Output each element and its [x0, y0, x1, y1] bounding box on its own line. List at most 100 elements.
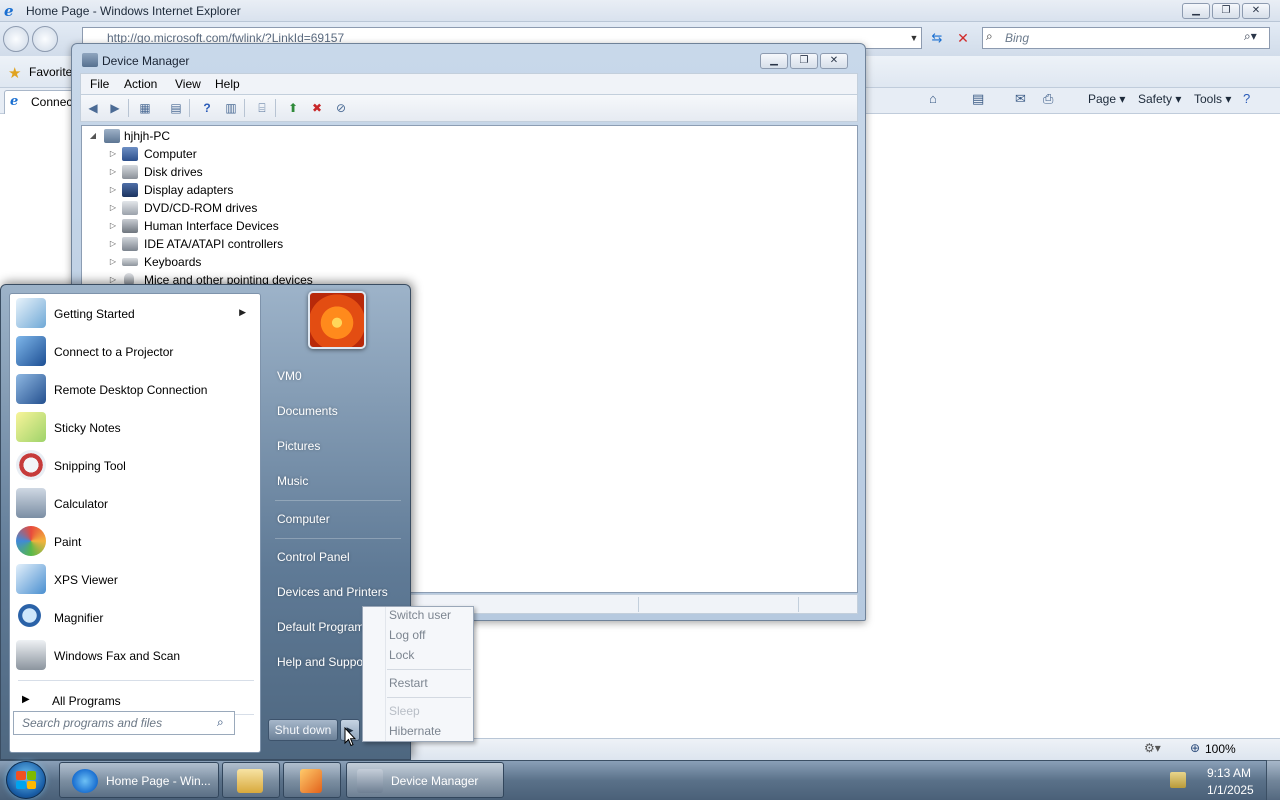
start-link-devices-printers[interactable]: Devices and Printers [269, 577, 405, 607]
update-driver-icon[interactable]: ⬆ [284, 100, 302, 116]
disable-device-icon[interactable]: ⊘ [332, 100, 350, 116]
expand-arrow-icon[interactable]: ▷ [108, 145, 118, 163]
back-arrow-icon[interactable]: ◀ [84, 100, 102, 116]
tree-root-label: hjhjh-PC [124, 129, 171, 143]
program-remote-desktop[interactable]: Remote Desktop Connection [12, 371, 258, 409]
forward-button[interactable] [32, 26, 58, 52]
start-link-music[interactable]: Music [269, 466, 405, 496]
favorites-button[interactable]: Favorite [29, 65, 72, 79]
search-provider-icon: ⌕ [986, 29, 993, 43]
properties-icon[interactable]: ▤ [167, 100, 185, 116]
close-icon[interactable]: ✕ [820, 53, 848, 69]
shutdown-option-switch-user[interactable]: Switch user [389, 605, 451, 625]
windows-logo-icon [16, 771, 36, 789]
search-go-icon[interactable]: ⌕▾ [1244, 29, 1257, 44]
start-link-documents[interactable]: Documents [269, 396, 405, 426]
submenu-arrow-icon: ▶ [239, 307, 246, 317]
remote-desktop-icon [16, 374, 46, 404]
mail-icon[interactable]: ✉ [1015, 91, 1031, 107]
shutdown-option-log-off[interactable]: Log off [389, 625, 425, 645]
help-icon[interactable]: ? [198, 100, 216, 116]
clock-date[interactable]: 1/1/2025 [1207, 783, 1254, 797]
program-paint[interactable]: Paint [12, 523, 258, 561]
expand-arrow-icon[interactable]: ▷ [108, 217, 118, 235]
favorites-star-icon[interactable]: ★ [8, 64, 21, 82]
feeds-icon[interactable]: ▤ [972, 91, 988, 107]
program-getting-started[interactable]: Getting Started ▶ [12, 295, 258, 333]
disk-drive-icon [122, 165, 138, 179]
start-link-user[interactable]: VM0 [269, 361, 405, 391]
action-pane-icon[interactable]: ▥ [222, 100, 240, 116]
zoom-level[interactable]: 100% [1205, 742, 1236, 756]
refresh-icon[interactable]: ⇆ [926, 27, 948, 49]
menu-action[interactable]: Action [124, 77, 157, 91]
program-xps-viewer[interactable]: XPS Viewer [12, 561, 258, 599]
program-calculator[interactable]: Calculator [12, 485, 258, 523]
search-input[interactable]: Bing [982, 27, 1270, 49]
home-icon[interactable]: ⌂ [929, 91, 945, 107]
minimize-icon[interactable]: ▁ [760, 53, 788, 69]
taskbar-explorer[interactable] [222, 762, 280, 798]
calculator-icon [16, 488, 46, 518]
print-icon[interactable]: ⎙ [1043, 91, 1059, 107]
program-fax-scan[interactable]: Windows Fax and Scan [12, 637, 258, 675]
shutdown-option-hibernate[interactable]: Hibernate [389, 721, 441, 741]
back-button[interactable] [3, 26, 29, 52]
toolbar-separator [189, 99, 190, 117]
shutdown-option-sleep: Sleep [389, 704, 420, 718]
expand-arrow-icon[interactable]: ▷ [108, 181, 118, 199]
user-picture[interactable] [308, 291, 366, 349]
program-snipping-tool[interactable]: Snipping Tool [12, 447, 258, 485]
uninstall-icon[interactable]: ✖ [308, 100, 326, 116]
maximize-icon[interactable]: ❐ [1212, 3, 1240, 19]
close-icon[interactable]: ✕ [1242, 3, 1270, 19]
program-sticky-notes[interactable]: Sticky Notes [12, 409, 258, 447]
taskbar-media-player[interactable] [283, 762, 341, 798]
menu-file[interactable]: File [90, 77, 109, 91]
shutdown-button[interactable]: Shut down [268, 719, 338, 741]
shutdown-option-restart[interactable]: Restart [389, 673, 428, 693]
tree-item-label: Human Interface Devices [144, 219, 279, 233]
computer-icon [104, 129, 120, 143]
expand-arrow-icon[interactable]: ▷ [108, 253, 118, 271]
scan-hardware-icon[interactable]: ⌸ [253, 100, 271, 116]
program-magnifier[interactable]: Magnifier [12, 599, 258, 637]
start-link-control-panel[interactable]: Control Panel [269, 542, 405, 572]
menu-view[interactable]: View [175, 77, 201, 91]
ie-icon [72, 769, 98, 793]
status-separator [638, 597, 639, 612]
security-zone-icon[interactable]: ⚙▾ [1144, 741, 1161, 755]
action-center-icon[interactable] [1170, 772, 1186, 788]
minimize-icon[interactable]: ▁ [1182, 3, 1210, 19]
menu-help[interactable]: Help [215, 77, 240, 91]
page-menu[interactable]: Page ▾ [1088, 92, 1125, 106]
tools-menu[interactable]: Tools ▾ [1194, 92, 1231, 106]
shutdown-menu-separator [387, 697, 471, 698]
paint-icon [16, 526, 46, 556]
expand-arrow-icon[interactable]: ▷ [108, 163, 118, 181]
start-link-pictures[interactable]: Pictures [269, 431, 405, 461]
clock-time[interactable]: 9:13 AM [1207, 766, 1251, 780]
program-connect-projector[interactable]: Connect to a Projector [12, 333, 258, 371]
search-icon[interactable]: ⌕ [217, 715, 224, 730]
console-tree-icon[interactable]: ▦ [136, 100, 154, 116]
collapse-arrow-icon[interactable]: ◢ [88, 127, 98, 145]
start-link-computer[interactable]: Computer [269, 504, 405, 534]
show-desktop-button[interactable] [1266, 760, 1280, 800]
shutdown-option-lock[interactable]: Lock [389, 645, 414, 665]
help-icon[interactable]: ? [1243, 91, 1259, 107]
restore-icon[interactable]: ❐ [790, 53, 818, 69]
taskbar-task-ie[interactable]: Home Page - Win... [59, 762, 219, 798]
folder-icon [237, 769, 263, 793]
forward-arrow-icon[interactable]: ▶ [106, 100, 124, 116]
stop-icon[interactable]: ✕ [952, 27, 974, 49]
expand-arrow-icon[interactable]: ▷ [108, 235, 118, 253]
taskbar-task-device-manager[interactable]: Device Manager [346, 762, 504, 798]
dm-window-controls: ▁ ❐ ✕ [760, 53, 848, 69]
safety-menu[interactable]: Safety ▾ [1138, 92, 1181, 106]
start-programs-pane: Getting Started ▶ Connect to a Projector… [9, 293, 261, 753]
address-dropdown-icon[interactable]: ▼ [905, 27, 923, 49]
start-search-input[interactable]: Search programs and files [13, 711, 235, 735]
expand-arrow-icon[interactable]: ▷ [108, 199, 118, 217]
tree-item-label: Display adapters [144, 183, 234, 197]
